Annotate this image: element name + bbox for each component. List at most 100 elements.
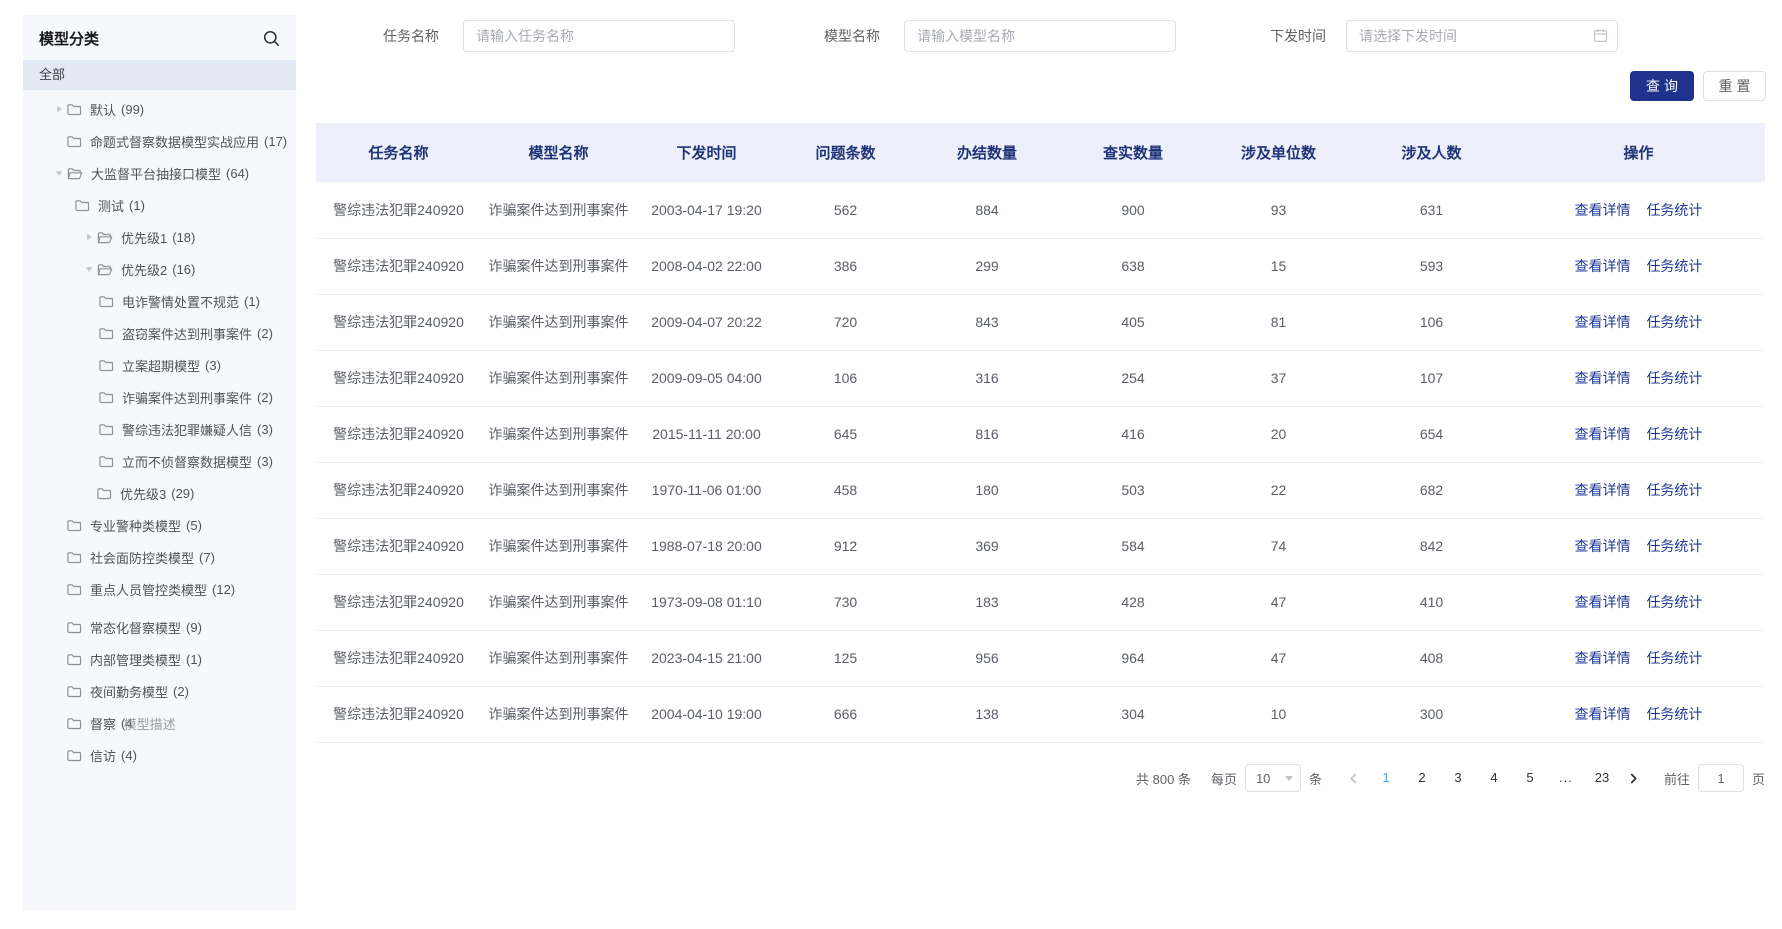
- tree-item-count: (3): [257, 454, 273, 469]
- page-number[interactable]: 1: [1370, 764, 1402, 792]
- reset-button[interactable]: 重置: [1703, 71, 1766, 101]
- page-number[interactable]: 2: [1406, 764, 1438, 792]
- view-detail-link[interactable]: 查看详情: [1575, 650, 1631, 666]
- tree-item[interactable]: 立而不侦督察数据模型 (3): [23, 445, 296, 477]
- task-stats-link[interactable]: 任务统计: [1646, 314, 1702, 330]
- cell-verified-count: 405: [1060, 294, 1206, 350]
- tree-item[interactable]: 信访 (4): [23, 739, 296, 771]
- issue-time-input[interactable]: [1346, 20, 1618, 52]
- column-header: 问题条数: [777, 123, 914, 182]
- tree-item[interactable]: 优先级1 (18): [23, 221, 296, 253]
- task-stats-link[interactable]: 任务统计: [1646, 426, 1702, 442]
- folder-closed-icon: [67, 749, 82, 762]
- task-stats-link[interactable]: 任务统计: [1646, 482, 1702, 498]
- task-stats-link[interactable]: 任务统计: [1646, 650, 1702, 666]
- cell-done-count: 884: [914, 182, 1060, 238]
- per-page-suffix: 条: [1309, 769, 1322, 788]
- tree-item[interactable]: 内部管理类模型 (1): [23, 643, 296, 675]
- tree-item[interactable]: 大监督平台抽接口模型 (64): [23, 157, 296, 189]
- view-detail-link[interactable]: 查看详情: [1575, 202, 1631, 218]
- cell-issue-count: 645: [777, 406, 914, 462]
- page-size-value: 10: [1256, 771, 1270, 786]
- task-stats-link[interactable]: 任务统计: [1646, 594, 1702, 610]
- cell-done-count: 316: [914, 350, 1060, 406]
- tree-item[interactable]: 立案超期模型 (3): [23, 349, 296, 381]
- tree-item[interactable]: 优先级2 (16): [23, 253, 296, 285]
- task-stats-link[interactable]: 任务统计: [1646, 370, 1702, 386]
- view-detail-link[interactable]: 查看详情: [1575, 370, 1631, 386]
- task-stats-link[interactable]: 任务统计: [1646, 202, 1702, 218]
- view-detail-link[interactable]: 查看详情: [1575, 706, 1631, 722]
- cell-unit-count: 74: [1206, 518, 1351, 574]
- task-name-input[interactable]: [463, 20, 735, 52]
- cell-people-count: 410: [1351, 574, 1512, 630]
- table-row: 警综违法犯罪240920 诈骗案件达到刑事案件 2009-09-05 04:00…: [316, 350, 1765, 406]
- folder-closed-icon: [97, 487, 112, 500]
- folder-closed-icon: [99, 359, 114, 372]
- next-page-button[interactable]: [1620, 764, 1648, 792]
- tree-item[interactable]: 优先级3 (29): [23, 477, 296, 509]
- cell-issue-time: 2015-11-11 20:00: [636, 406, 777, 462]
- query-button[interactable]: 查询: [1630, 71, 1694, 101]
- tree-item[interactable]: 命题式督察数据模型实战应用 (17): [23, 125, 296, 157]
- prev-page-button[interactable]: [1340, 764, 1368, 792]
- tree-item-all[interactable]: 全部: [23, 60, 296, 90]
- view-detail-link[interactable]: 查看详情: [1575, 594, 1631, 610]
- view-detail-link[interactable]: 查看详情: [1575, 314, 1631, 330]
- cell-model-name: 诈骗案件达到刑事案件: [481, 294, 636, 350]
- cell-done-count: 138: [914, 686, 1060, 742]
- column-header: 任务名称: [316, 123, 481, 182]
- cell-model-name: 诈骗案件达到刑事案件: [481, 630, 636, 686]
- cell-task-name: 警综违法犯罪240920: [316, 238, 481, 294]
- cell-task-name: 警综违法犯罪240920: [316, 574, 481, 630]
- tree-item-count: (1): [244, 294, 260, 309]
- tree-item[interactable]: 重点人员管控类模型 (12): [23, 573, 296, 605]
- view-detail-link[interactable]: 查看详情: [1575, 482, 1631, 498]
- cell-verified-count: 638: [1060, 238, 1206, 294]
- cell-actions: 查看详情 任务统计: [1512, 406, 1765, 462]
- sidebar-header: 模型分类: [23, 15, 296, 60]
- tree-item[interactable]: 测试 (1): [23, 189, 296, 221]
- page-number[interactable]: 5: [1514, 764, 1546, 792]
- tree-item-label: 测试: [98, 196, 124, 215]
- tree-item-label: 专业警种类模型: [90, 516, 181, 535]
- tree-item[interactable]: 专业警种类模型 (5): [23, 509, 296, 541]
- task-stats-link[interactable]: 任务统计: [1646, 258, 1702, 274]
- cell-done-count: 956: [914, 630, 1060, 686]
- folder-open-icon: [97, 231, 113, 244]
- page-size-select[interactable]: 10: [1245, 764, 1301, 792]
- page-number[interactable]: 4: [1478, 764, 1510, 792]
- page-number[interactable]: 23: [1586, 764, 1618, 792]
- goto-page-input[interactable]: [1698, 764, 1744, 792]
- tree-item[interactable]: 盗窃案件达到刑事案件 (2): [23, 317, 296, 349]
- search-icon[interactable]: [263, 30, 280, 47]
- tree-item-count: (1): [186, 652, 202, 667]
- folder-closed-icon: [67, 621, 82, 634]
- task-stats-link[interactable]: 任务统计: [1646, 538, 1702, 554]
- cell-issue-count: 720: [777, 294, 914, 350]
- task-stats-link[interactable]: 任务统计: [1646, 706, 1702, 722]
- tree-item[interactable]: 诈骗案件达到刑事案件 (2): [23, 381, 296, 413]
- view-detail-link[interactable]: 查看详情: [1575, 426, 1631, 442]
- cell-issue-count: 106: [777, 350, 914, 406]
- tree-item[interactable]: 常态化督察模型 (9): [23, 611, 296, 643]
- tree-item-count: (2): [257, 326, 273, 341]
- view-detail-link[interactable]: 查看详情: [1575, 258, 1631, 274]
- tree-item-label: 大监督平台抽接口模型: [91, 164, 221, 183]
- tree-item[interactable]: 夜间勤务模型 (2): [23, 675, 296, 707]
- view-detail-link[interactable]: 查看详情: [1575, 538, 1631, 554]
- table-row: 警综违法犯罪240920 诈骗案件达到刑事案件 2008-04-02 22:00…: [316, 238, 1765, 294]
- tree-item-count: (18): [172, 230, 195, 245]
- tree-item[interactable]: 电诈警情处置不规范 (1): [23, 285, 296, 317]
- caret-placeholder: [51, 549, 67, 565]
- folder-closed-icon: [67, 583, 82, 596]
- tree-item[interactable]: 督察 (4 模型描述: [23, 707, 296, 739]
- model-name-input[interactable]: [904, 20, 1176, 52]
- folder-closed-icon: [99, 391, 114, 404]
- cell-issue-time: 1973-09-08 01:10: [636, 574, 777, 630]
- tree-item[interactable]: 警综违法犯罪嫌疑人信 (3): [23, 413, 296, 445]
- caret-placeholder: [59, 197, 75, 213]
- page-number[interactable]: 3: [1442, 764, 1474, 792]
- tree-item[interactable]: 社会面防控类模型 (7): [23, 541, 296, 573]
- tree-item[interactable]: 默认 (99): [23, 93, 296, 125]
